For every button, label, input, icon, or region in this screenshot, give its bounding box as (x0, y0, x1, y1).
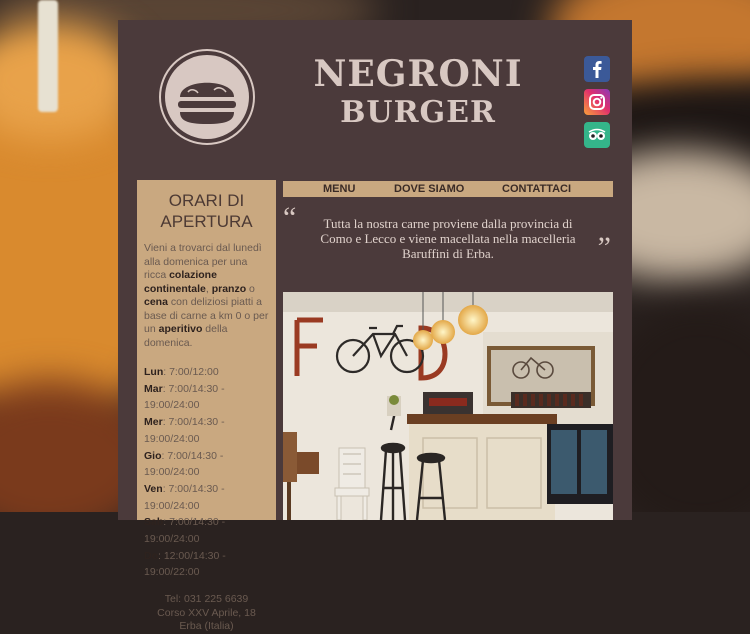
schedule-row: Ven: 7:00/14:30 - 19:00/24:00 (144, 481, 276, 514)
schedule-list: Lun: 7:00/12:00 Mar: 7:00/14:30 - 19:00/… (144, 364, 276, 581)
quote-open-mark: “ (283, 201, 297, 234)
tripadvisor-icon[interactable] (584, 122, 610, 148)
schedule-day: Lun (144, 366, 164, 378)
main-nav: MENU DOVE SIAMO CONTATTACI (283, 181, 613, 197)
address-city: Erba (Italia) (179, 620, 234, 633)
opening-hours-title: ORARI DI APERTURA (137, 190, 276, 232)
instagram-icon[interactable] (584, 89, 610, 115)
schedule-day: Mar (144, 382, 163, 395)
opening-hours-intro: Vieni a trovarci dal lunedì alla domenic… (144, 242, 269, 350)
schedule-day: Ven (144, 482, 163, 495)
schedule-row: Mar: 7:00/14:30 - 19:00/24:00 (144, 381, 276, 414)
opening-hours-title-line-1: ORARI DI (168, 191, 245, 210)
nav-item-menu[interactable]: MENU (323, 183, 355, 195)
schedule-row: Do: 12:00/14:30 - 19:00/22:00 (144, 548, 276, 581)
intro-highlight: cena (144, 296, 168, 308)
schedule-day: Mer (144, 416, 163, 429)
opening-hours-box: ORARI DI APERTURA Vieni a trovarci dal l… (137, 180, 276, 632)
schedule-day: Sab (144, 516, 164, 529)
nav-item-dove-siamo[interactable]: DOVE SIAMO (394, 183, 464, 195)
brand-line-1: NEGRONI (313, 53, 523, 95)
quote-close-mark: ” (597, 231, 611, 264)
intro-highlight: aperitivo (158, 323, 203, 335)
opening-hours-title-line-2: APERTURA (160, 212, 253, 231)
schedule-day: Gio (144, 449, 162, 462)
quote-block: “ Tutta la nostra carne proviene dalla p… (283, 203, 613, 264)
burger-logo-icon[interactable] (158, 48, 256, 146)
restaurant-photo (283, 292, 613, 520)
schedule-row: Mer: 7:00/14:30 - 19:00/24:00 (144, 414, 276, 447)
address-street: Corso XXV Aprile, 18 (157, 606, 256, 619)
contact-info: Tel: 031 225 6639 Corso XXV Aprile, 18 E… (137, 593, 276, 634)
brand-line-2: BURGER (340, 95, 496, 130)
schedule-day: Do (144, 549, 158, 562)
main-panel: NEGRONI BURGER MENU DOVE SIAMO CONTATTAC… (118, 20, 632, 632)
intro-highlight: pranzo (211, 282, 247, 295)
nav-item-contattaci[interactable]: CONTATTACI (502, 183, 571, 195)
brand-title: NEGRONI BURGER (288, 54, 548, 132)
schedule-row: Gio: 7:00/14:30 - 19:00/24:00 (144, 448, 276, 481)
facebook-icon[interactable] (584, 56, 610, 82)
schedule-row: Lun: 7:00/12:00 (144, 364, 276, 381)
schedule-row: Sab: 7:00/14:30 - 19:00/24:00 (144, 514, 276, 547)
quote-text: Tutta la nostra carne proviene dalla pro… (320, 216, 576, 261)
intro-text: o (246, 282, 255, 295)
phone-number[interactable]: Tel: 031 225 6639 (137, 593, 276, 607)
schedule-time: : 7:00/12:00 (163, 366, 219, 378)
